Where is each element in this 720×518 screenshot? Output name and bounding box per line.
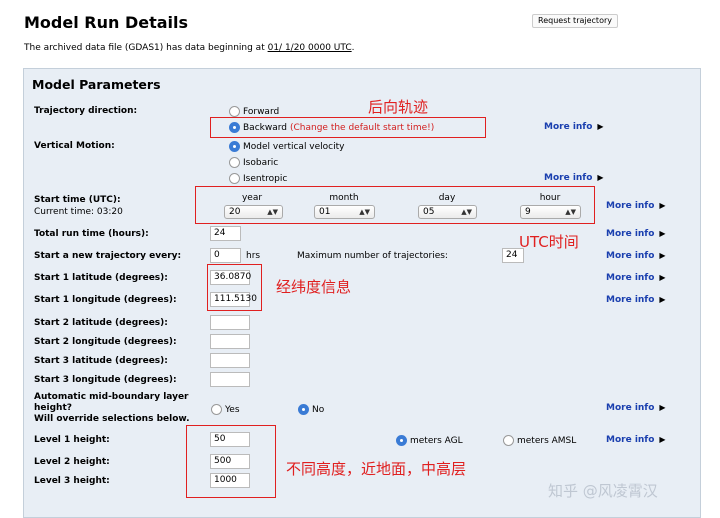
- meters-agl-option[interactable]: meters AGL: [396, 435, 463, 446]
- more-info-run-time-link[interactable]: More info: [606, 229, 666, 239]
- auto-mid-no-label: No: [312, 404, 325, 415]
- vm-model-option[interactable]: Model vertical velocity: [229, 141, 344, 152]
- isentropic-label: Isentropic: [243, 173, 288, 184]
- total-run-time-label: Total run time (hours):: [34, 229, 149, 239]
- start2-lat-label: Start 2 latitude (degrees):: [34, 318, 168, 328]
- forward-label: Forward: [243, 106, 280, 117]
- start3-lat-input[interactable]: [210, 353, 250, 368]
- isobaric-label: Isobaric: [243, 157, 279, 168]
- current-time: Current time: 03:20: [34, 207, 123, 217]
- annotation-utc: UTC时间: [519, 233, 579, 251]
- start1-lat-label: Start 1 latitude (degrees):: [34, 273, 168, 283]
- isentropic-radio[interactable]: [229, 173, 240, 184]
- new-trajectory-label: Start a new trajectory every:: [34, 251, 182, 261]
- annotation-latlon: 经纬度信息: [276, 278, 352, 296]
- auto-mid-no-radio[interactable]: [298, 404, 309, 415]
- level1-label: Level 1 height:: [34, 435, 110, 445]
- panel-title: Model Parameters: [32, 77, 161, 92]
- start-time-highlight-box: [195, 186, 595, 224]
- annotation-heights: 不同高度，近地面，中高层: [286, 460, 467, 478]
- more-info-direction-link[interactable]: More info: [544, 122, 604, 132]
- vertical-motion-label: Vertical Motion:: [34, 141, 115, 151]
- max-trajectories-label: Maximum number of trajectories:: [297, 251, 448, 261]
- auto-mid-yes-radio[interactable]: [211, 404, 222, 415]
- archive-date: 01/ 1/20 0000 UTC: [267, 43, 352, 53]
- model-velocity-label: Model vertical velocity: [243, 141, 345, 152]
- request-trajectory-button[interactable]: Request trajectory: [532, 14, 618, 28]
- new-trajectory-input[interactable]: 0: [210, 248, 241, 263]
- total-run-time-input[interactable]: 24: [210, 226, 241, 241]
- auto-mid-label-3: Will override selections below.: [34, 414, 190, 424]
- auto-mid-label-1: Automatic mid-boundary layer: [34, 392, 189, 402]
- start-time-label: Start time (UTC):: [34, 195, 121, 205]
- vm-isobaric-option[interactable]: Isobaric: [229, 157, 278, 168]
- more-info-lat-link[interactable]: More info: [606, 273, 666, 283]
- watermark: 知乎 @风凌霄汉: [548, 482, 658, 500]
- meters-agl-radio[interactable]: [396, 435, 407, 446]
- start2-lon-input[interactable]: [210, 334, 250, 349]
- start3-lat-label: Start 3 latitude (degrees):: [34, 356, 168, 366]
- more-info-auto-mid-link[interactable]: More info: [606, 403, 666, 413]
- model-velocity-radio[interactable]: [229, 141, 240, 152]
- start2-lat-input[interactable]: [210, 315, 250, 330]
- more-info-lon-link[interactable]: More info: [606, 295, 666, 305]
- levels-highlight-box: [186, 425, 276, 498]
- isobaric-radio[interactable]: [229, 157, 240, 168]
- auto-mid-yes-option[interactable]: Yes: [211, 404, 240, 415]
- meters-amsl-option[interactable]: meters AMSL: [503, 435, 576, 446]
- start3-lon-input[interactable]: [210, 372, 250, 387]
- annotation-backward: 后向轨迹: [368, 98, 429, 116]
- auto-mid-label-2: height?: [34, 403, 72, 413]
- page-title: Model Run Details: [24, 13, 189, 32]
- trajectory-direction-label: Trajectory direction:: [34, 106, 138, 116]
- direction-forward-option[interactable]: Forward: [229, 106, 279, 117]
- level2-label: Level 2 height:: [34, 457, 110, 467]
- start3-lon-label: Start 3 longitude (degrees):: [34, 375, 177, 385]
- auto-mid-yes-label: Yes: [225, 404, 240, 415]
- auto-mid-no-option[interactable]: No: [298, 404, 324, 415]
- backward-highlight-box: [210, 117, 486, 138]
- meters-amsl-label: meters AMSL: [517, 435, 577, 446]
- forward-radio[interactable]: [229, 106, 240, 117]
- hrs-unit: hrs: [246, 251, 261, 261]
- archive-note: The archived data file (GDAS1) has data …: [24, 43, 355, 53]
- level3-label: Level 3 height:: [34, 476, 110, 486]
- meters-agl-label: meters AGL: [410, 435, 463, 446]
- more-info-levels-link[interactable]: More info: [606, 435, 666, 445]
- start2-lon-label: Start 2 longitude (degrees):: [34, 337, 177, 347]
- meters-amsl-radio[interactable]: [503, 435, 514, 446]
- vm-isentropic-option[interactable]: Isentropic: [229, 173, 287, 184]
- archive-note-suffix: .: [351, 43, 355, 53]
- more-info-vertical-link[interactable]: More info: [544, 173, 604, 183]
- start1-lon-label: Start 1 longitude (degrees):: [34, 295, 177, 305]
- archive-note-prefix: The archived data file (GDAS1) has data …: [24, 43, 268, 53]
- more-info-start-time-link[interactable]: More info: [606, 201, 666, 211]
- latlon-highlight-box: [207, 264, 262, 311]
- more-info-new-trajectory-link[interactable]: More info: [606, 251, 666, 261]
